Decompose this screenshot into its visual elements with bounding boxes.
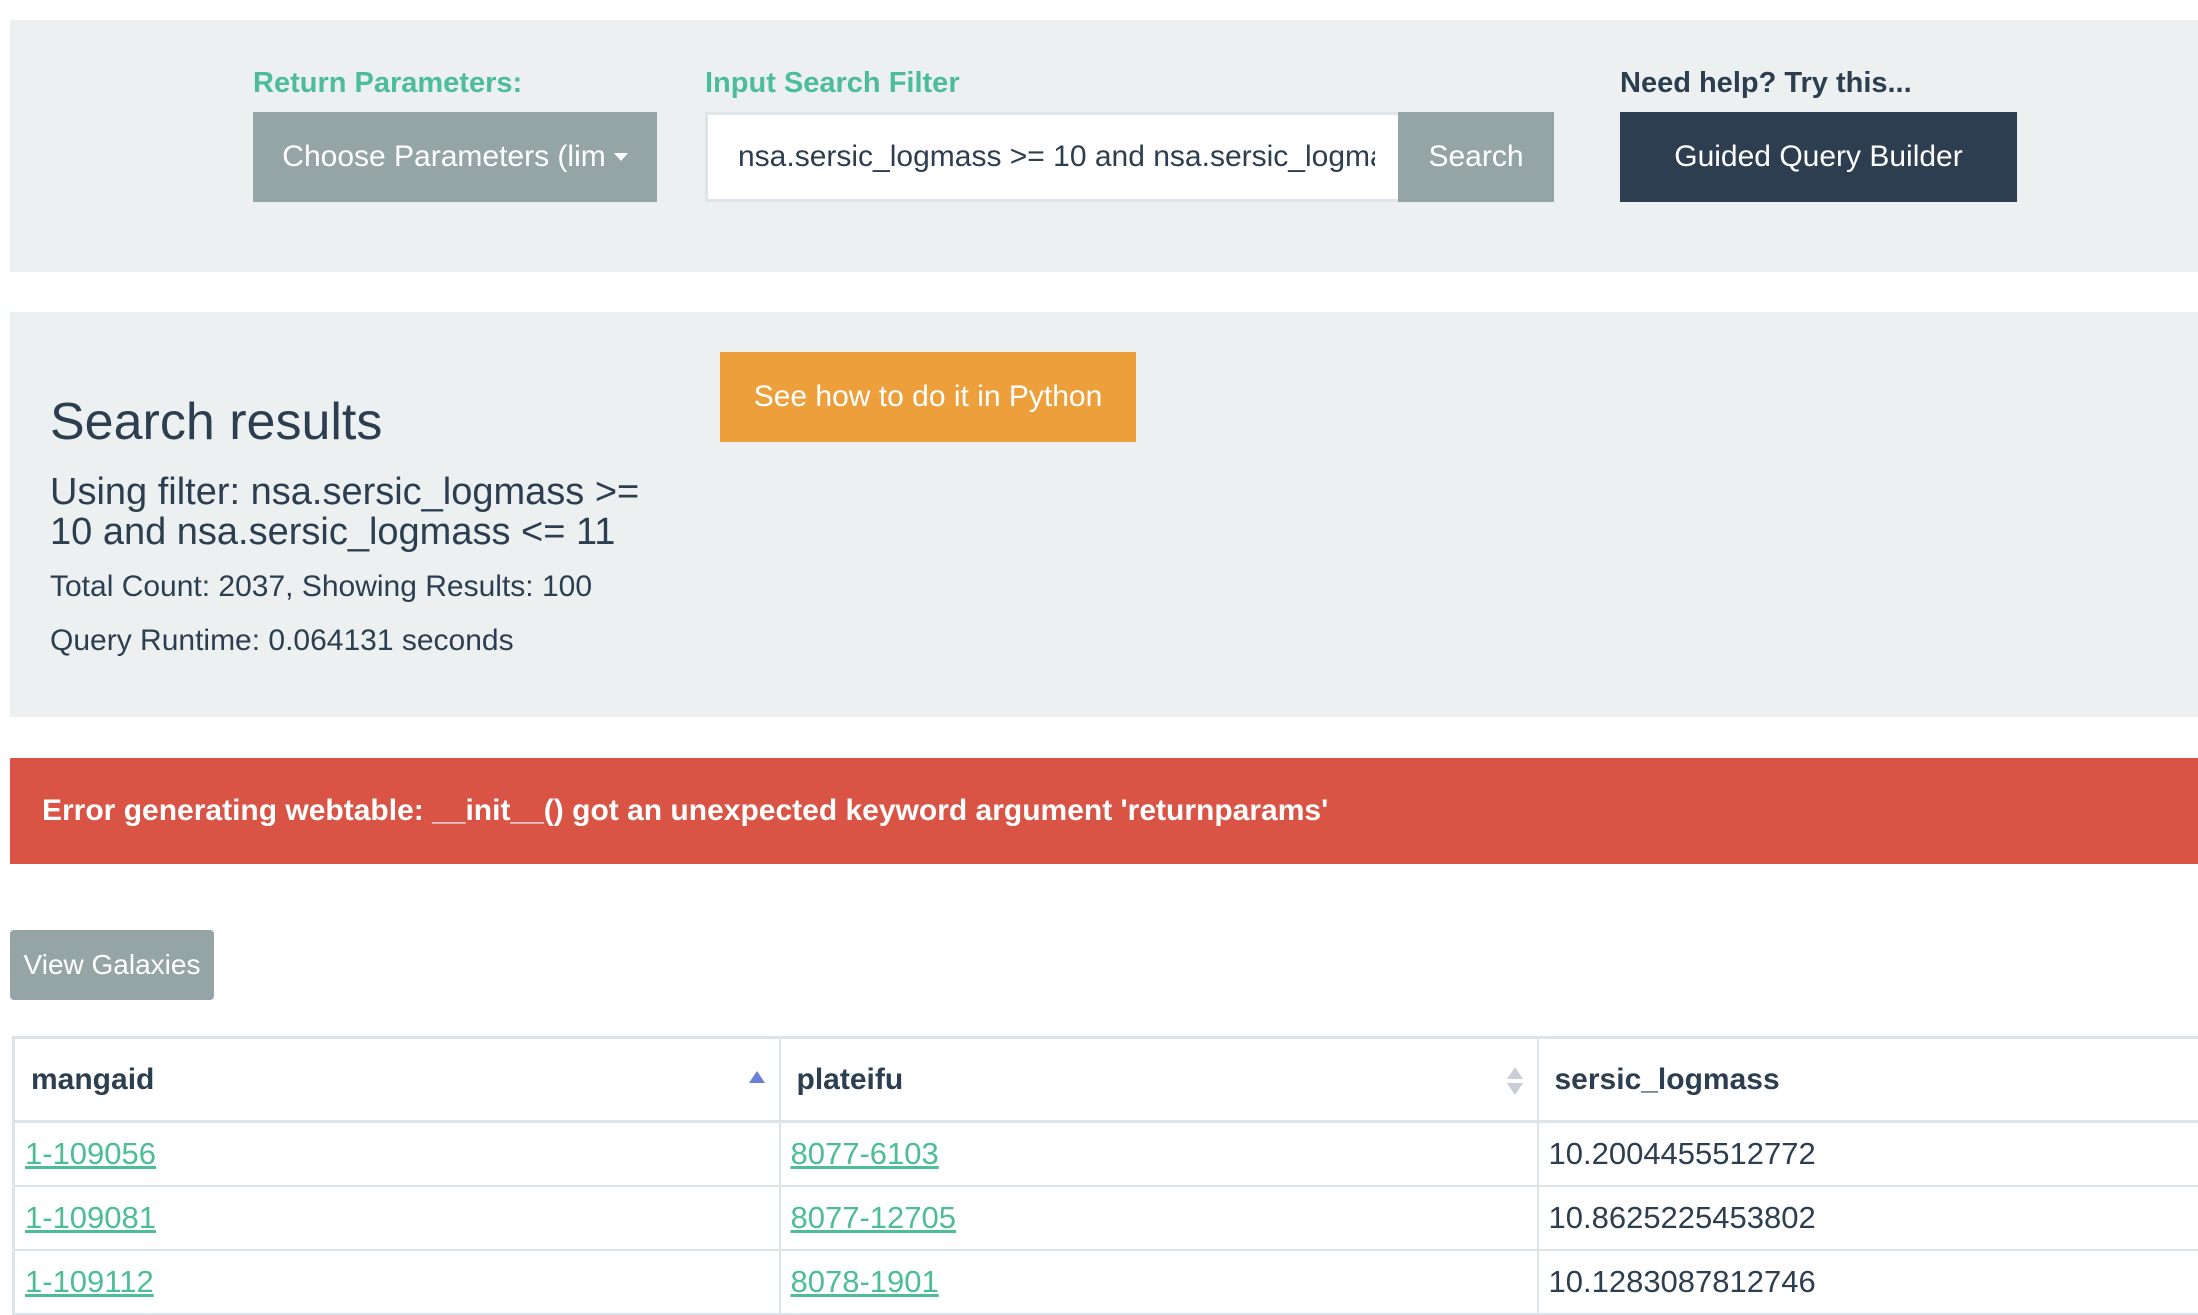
results-table: mangaid plateifu sersic_logmass 1-109056…	[12, 1036, 2198, 1315]
sort-ascending-icon	[749, 1071, 765, 1083]
plateifu-link[interactable]: 8077-6103	[791, 1136, 939, 1171]
table-row: 1-109056 8077-6103 10.2004455512772	[14, 1122, 2198, 1186]
caret-down-icon	[614, 153, 628, 161]
plateifu-cell: 8077-6103	[780, 1122, 1538, 1186]
mangaid-cell: 1-109056	[14, 1122, 780, 1186]
column-header-label: sersic_logmass	[1555, 1063, 1780, 1096]
need-help-label: Need help? Try this...	[1620, 69, 1912, 98]
sersic-logmass-cell: 10.8625225453802	[1538, 1186, 2198, 1250]
mangaid-link[interactable]: 1-109081	[25, 1200, 156, 1235]
mangaid-link[interactable]: 1-109056	[25, 1136, 156, 1171]
results-filter-text: Using filter: nsa.sersic_logmass >= 10 a…	[50, 472, 660, 552]
search-filter-input[interactable]	[705, 112, 1408, 202]
column-header-label: plateifu	[797, 1063, 904, 1096]
column-header-sersic-logmass[interactable]: sersic_logmass	[1538, 1038, 2198, 1122]
table-row: 1-109081 8077-12705 10.8625225453802	[14, 1186, 2198, 1250]
plateifu-link[interactable]: 8077-12705	[791, 1200, 957, 1235]
view-galaxies-button[interactable]: View Galaxies	[10, 930, 214, 1000]
results-panel: Search results See how to do it in Pytho…	[10, 312, 2198, 717]
column-header-mangaid[interactable]: mangaid	[14, 1038, 780, 1122]
plateifu-cell: 8077-12705	[780, 1186, 1538, 1250]
sort-icon	[1507, 1067, 1523, 1097]
table-header-row: mangaid plateifu sersic_logmass	[14, 1038, 2198, 1122]
python-example-button[interactable]: See how to do it in Python	[720, 352, 1136, 442]
choose-parameters-label: Choose Parameters (lim	[282, 140, 605, 174]
column-header-plateifu[interactable]: plateifu	[780, 1038, 1538, 1122]
total-count-text: Total Count: 2037, Showing Results: 100	[50, 570, 592, 604]
guided-query-builder-button[interactable]: Guided Query Builder	[1620, 112, 2017, 202]
search-panel: Return Parameters: Choose Parameters (li…	[10, 20, 2198, 272]
sersic-logmass-cell: 10.2004455512772	[1538, 1122, 2198, 1186]
mangaid-link[interactable]: 1-109112	[25, 1264, 154, 1299]
column-header-label: mangaid	[31, 1063, 154, 1096]
mangaid-cell: 1-109081	[14, 1186, 780, 1250]
input-search-filter-label: Input Search Filter	[705, 69, 960, 98]
search-button[interactable]: Search	[1398, 112, 1554, 202]
query-runtime-text: Query Runtime: 0.064131 seconds	[50, 624, 514, 658]
error-message: Error generating webtable: __init__() go…	[42, 794, 1328, 828]
return-parameters-label: Return Parameters:	[253, 69, 522, 98]
error-alert: Error generating webtable: __init__() go…	[10, 758, 2198, 864]
choose-parameters-dropdown[interactable]: Choose Parameters (lim	[253, 112, 657, 202]
plateifu-link[interactable]: 8078-1901	[791, 1264, 939, 1299]
results-title: Search results	[50, 394, 382, 451]
